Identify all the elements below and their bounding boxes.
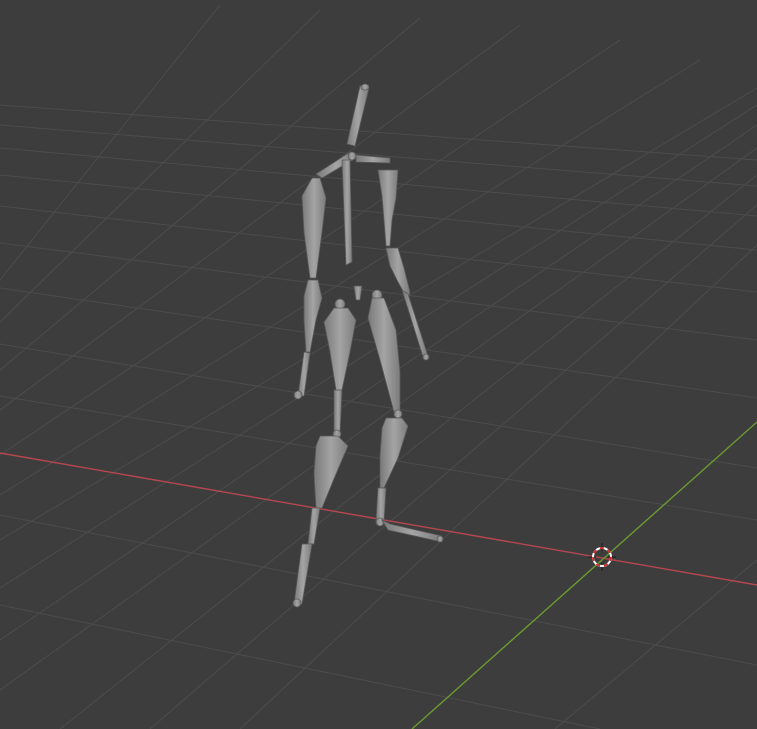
shin-left[interactable] (313, 435, 349, 509)
hand-left[interactable] (297, 351, 311, 397)
viewport-canvas[interactable] (0, 0, 757, 729)
shin-right[interactable] (379, 417, 409, 489)
spine-bone[interactable] (341, 159, 353, 266)
neck-joint (347, 151, 357, 161)
thigh-right[interactable] (367, 297, 401, 413)
head-joint (360, 83, 370, 91)
shin-upper-left[interactable] (333, 389, 343, 435)
forearm-right[interactable] (385, 247, 411, 301)
ankle-right[interactable] (375, 487, 387, 523)
forearm-left[interactable] (303, 279, 323, 353)
foot-left-joint (292, 598, 302, 608)
knee-right-joint (393, 409, 403, 419)
floor-grid (0, 4, 757, 729)
foot-left-upper[interactable] (307, 507, 321, 545)
upper-arm-left[interactable] (301, 177, 327, 279)
armature-figure[interactable] (292, 83, 444, 608)
hip-left-joint (334, 298, 346, 310)
foot-right[interactable] (381, 519, 443, 543)
hand-right-joint (422, 353, 430, 361)
toe-right-joint (436, 535, 444, 543)
hand-right[interactable] (401, 289, 429, 361)
hand-left-joint (293, 390, 303, 400)
3d-viewport[interactable] (0, 0, 757, 729)
head-bone[interactable] (346, 85, 370, 147)
pelvis-bone[interactable] (353, 285, 363, 301)
upper-arm-right[interactable] (377, 169, 399, 247)
3d-cursor-icon[interactable] (588, 543, 616, 571)
